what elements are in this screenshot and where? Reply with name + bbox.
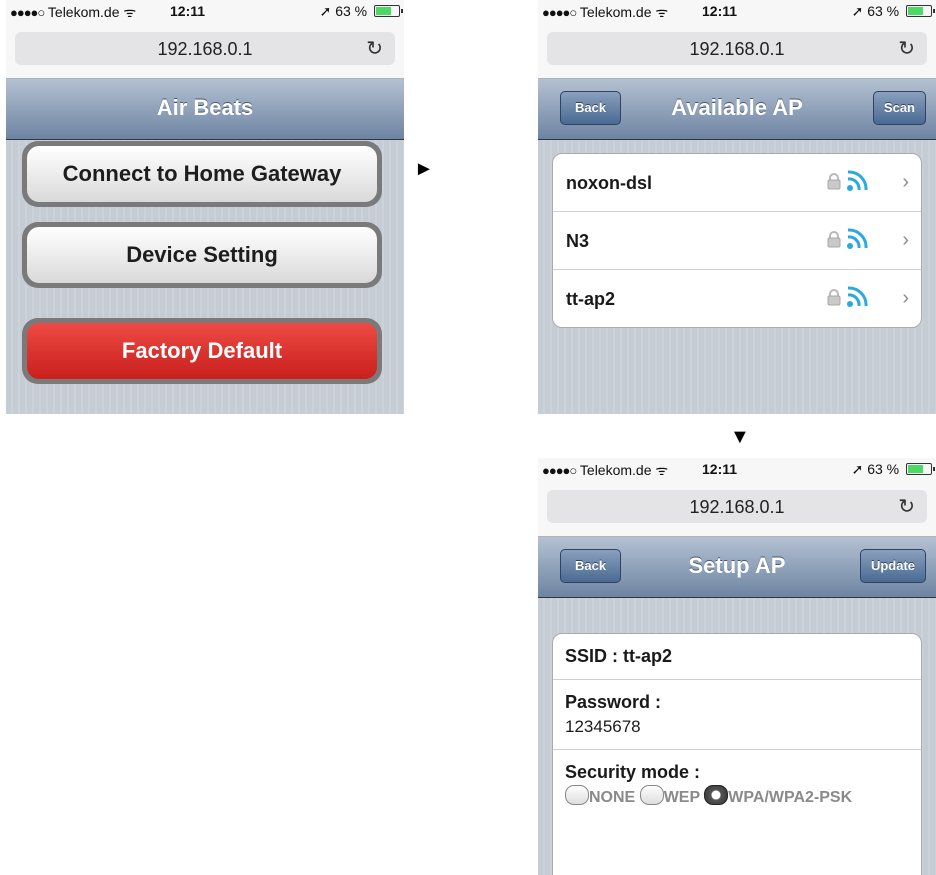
clock: 12:11	[702, 3, 738, 19]
carrier-name: Telekom.de	[47, 4, 120, 20]
setup-ap-screen: ●●●●○ Telekom.de ᯤ 12:11 ➚ 63 % 192.168.…	[538, 458, 936, 875]
wifi-status-icon: ᯤ	[123, 4, 137, 20]
battery-icon	[374, 5, 403, 17]
status-bar: ●●●●○ Telekom.de ᯤ 12:11 ➚ 63 %	[538, 0, 936, 24]
radio-wep[interactable]	[639, 785, 664, 805]
navigation-bar: Back Setup AP Update	[538, 537, 936, 598]
security-mode-label: Security mode :	[565, 762, 701, 782]
radio-wep-label: WEP	[663, 789, 700, 806]
url-field[interactable]: 192.168.0.1 ↻	[547, 32, 927, 65]
connect-gateway-button-frame: Connect to Home Gateway	[22, 141, 382, 207]
clock: 12:11	[702, 461, 738, 477]
wifi-status-icon: ᯤ	[655, 462, 669, 478]
ap-name: tt-ap2	[566, 289, 615, 309]
radio-none-label: NONE	[589, 789, 636, 806]
reload-icon[interactable]: ↻	[898, 36, 915, 61]
ap-list-item[interactable]: tt-ap2 ›	[553, 270, 921, 327]
carrier-name: Telekom.de	[579, 4, 652, 20]
browser-address-bar: 192.168.0.1 ↻	[538, 24, 936, 79]
page-title: Air Beats	[156, 95, 254, 120]
device-setting-button-frame: Device Setting	[22, 222, 382, 288]
radio-none[interactable]	[565, 785, 589, 805]
wifi-signal-icon	[847, 170, 868, 191]
battery-percent: 63 %	[867, 461, 900, 477]
chevron-right-icon: ›	[902, 287, 909, 309]
navigation-bar: Back Available AP Scan	[538, 79, 936, 140]
wifi-status-icon: ᯤ	[655, 4, 669, 20]
battery-percent: 63 %	[867, 3, 900, 19]
air-beats-screen: ●●●●○ Telekom.de ᯤ 12:11 ➚ 63 % 192.168.…	[6, 0, 404, 414]
url-field[interactable]: 192.168.0.1 ↻	[547, 490, 927, 523]
ssid-row: SSID : tt-ap2	[553, 634, 921, 680]
navigation-bar: Air Beats	[6, 79, 404, 140]
chevron-right-icon: ›	[902, 229, 909, 251]
radio-wpa[interactable]	[704, 785, 729, 805]
url-text: 192.168.0.1	[689, 39, 785, 59]
update-button[interactable]: Update	[859, 549, 926, 583]
chevron-right-icon: ›	[902, 171, 909, 193]
location-icon: ➚	[851, 461, 864, 477]
setup-form: SSID : tt-ap2 Password : 12345678 Securi…	[552, 633, 922, 875]
factory-default-button[interactable]: Factory Default	[27, 323, 377, 379]
password-field[interactable]: 12345678	[565, 717, 909, 737]
ap-name: noxon-dsl	[566, 173, 652, 193]
status-bar: ●●●●○ Telekom.de ᯤ 12:11 ➚ 63 %	[538, 458, 936, 482]
ap-name: N3	[566, 231, 590, 251]
battery-icon	[906, 463, 935, 475]
ssid-label: SSID : tt-ap2	[565, 646, 673, 666]
status-bar: ●●●●○ Telekom.de ᯤ 12:11 ➚ 63 %	[6, 0, 404, 24]
signal-dots: ●●●●○	[10, 5, 45, 20]
browser-address-bar: 192.168.0.1 ↻	[538, 482, 936, 537]
right-arrow-icon: ►	[414, 158, 434, 180]
wifi-signal-icon	[847, 228, 868, 249]
radio-wpa-label: WPA/WPA2-PSK	[728, 789, 853, 806]
factory-default-button-frame: Factory Default	[22, 318, 382, 384]
browser-address-bar: 192.168.0.1 ↻	[6, 24, 404, 79]
security-mode-options: NONE WEP WPA/WPA2-PSK	[565, 785, 909, 811]
lock-icon	[827, 231, 841, 248]
url-field[interactable]: 192.168.0.1 ↻	[15, 32, 395, 65]
device-setting-button[interactable]: Device Setting	[27, 227, 377, 283]
down-arrow-icon: ▼	[730, 426, 750, 448]
lock-icon	[827, 173, 841, 190]
signal-dots: ●●●●○	[542, 5, 577, 20]
battery-icon	[906, 5, 935, 17]
battery-percent: 63 %	[335, 3, 368, 19]
password-row[interactable]: Password : 12345678	[553, 680, 921, 750]
lock-icon	[827, 289, 841, 306]
location-icon: ➚	[319, 3, 332, 19]
connect-home-gateway-button[interactable]: Connect to Home Gateway	[27, 146, 377, 202]
wifi-signal-icon	[847, 286, 868, 307]
url-text: 192.168.0.1	[157, 39, 253, 59]
password-label: Password :	[565, 692, 662, 712]
ap-list-item[interactable]: N3 ›	[553, 212, 921, 270]
clock: 12:11	[170, 3, 206, 19]
location-icon: ➚	[851, 3, 864, 19]
carrier-name: Telekom.de	[579, 462, 652, 478]
available-ap-screen: ●●●●○ Telekom.de ᯤ 12:11 ➚ 63 % 192.168.…	[538, 0, 936, 414]
reload-icon[interactable]: ↻	[366, 36, 383, 61]
ap-list-item[interactable]: noxon-dsl ›	[553, 154, 921, 212]
reload-icon[interactable]: ↻	[898, 494, 915, 519]
security-mode-row: Security mode : NONE WEP WPA/WPA2-PSK	[553, 750, 921, 823]
url-text: 192.168.0.1	[689, 497, 785, 517]
signal-dots: ●●●●○	[542, 463, 577, 478]
scan-button[interactable]: Scan	[872, 91, 926, 125]
ap-list: noxon-dsl › N3 › tt-ap2 ›	[552, 153, 922, 328]
